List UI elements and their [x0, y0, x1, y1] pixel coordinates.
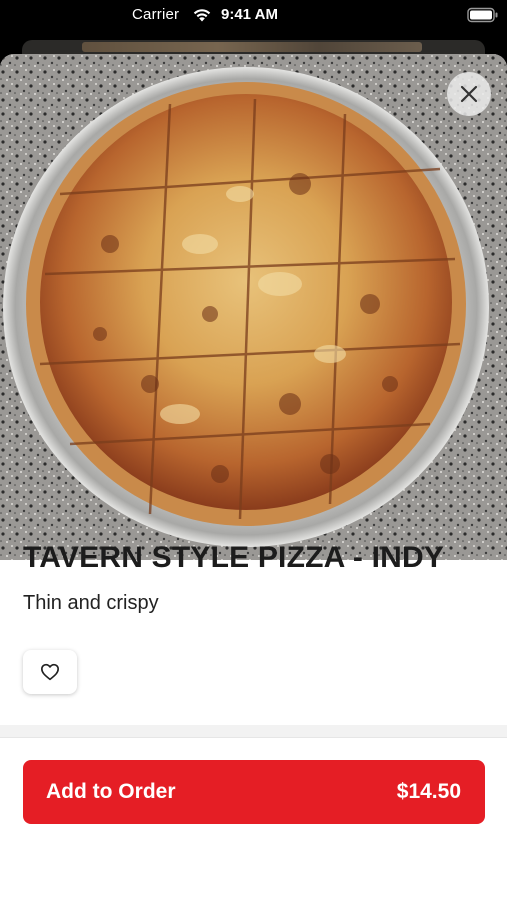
- clock-time: 9:41 AM: [221, 6, 278, 23]
- item-title: TAVERN STYLE PIZZA - INDY: [23, 541, 445, 574]
- favorite-button[interactable]: [23, 650, 77, 694]
- item-price: $14.50: [396, 780, 461, 803]
- battery-icon: [467, 7, 498, 23]
- close-button[interactable]: [447, 72, 491, 116]
- status-bar: Carrier 9:41 AM: [0, 0, 507, 32]
- item-description: Thin and crispy: [23, 592, 159, 614]
- pizza-illustration: [0, 54, 507, 560]
- pizza-photo: [0, 54, 507, 560]
- close-icon: [460, 85, 478, 103]
- background-card-image: [82, 42, 422, 52]
- section-divider: [0, 725, 507, 738]
- heart-icon: [40, 663, 59, 681]
- add-to-order-label: Add to Order: [46, 780, 176, 803]
- screen: Carrier 9:41 AM TAVERN STYLE PIZZA - IND…: [0, 0, 507, 900]
- wifi-icon: [193, 9, 211, 22]
- add-to-order-button[interactable]: Add to Order $14.50: [23, 760, 485, 824]
- carrier-label: Carrier: [132, 6, 180, 23]
